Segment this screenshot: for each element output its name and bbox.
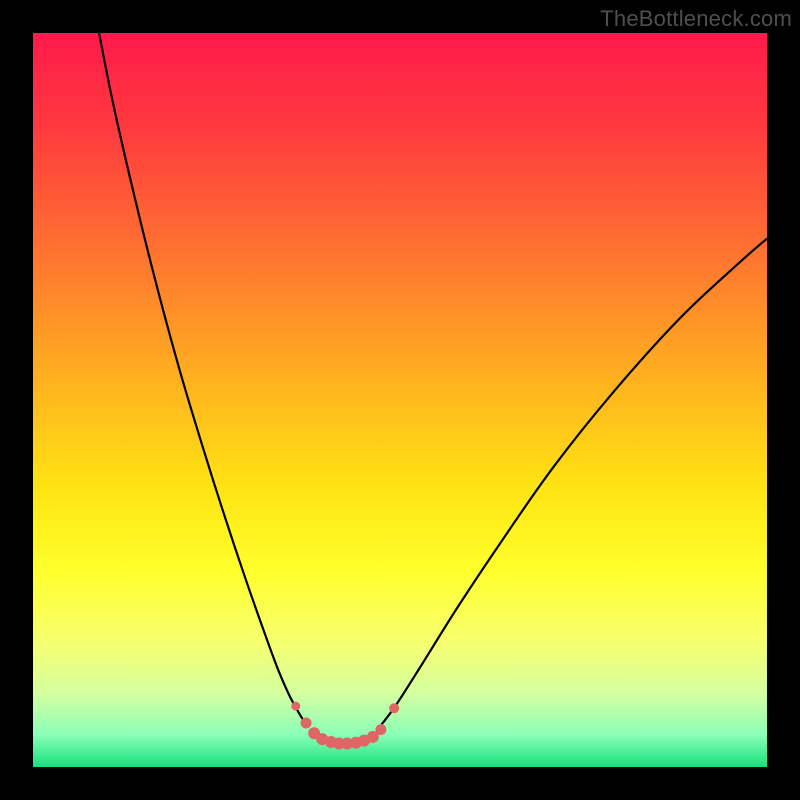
gradient-background (33, 33, 767, 767)
watermark-text: TheBottleneck.com (600, 6, 792, 32)
marker-dot (375, 724, 386, 735)
chart-canvas (33, 33, 767, 767)
marker-dot (301, 717, 312, 728)
plot-area (33, 33, 767, 767)
chart-frame: TheBottleneck.com (0, 0, 800, 800)
marker-dot (389, 703, 399, 713)
marker-dot (291, 702, 300, 711)
